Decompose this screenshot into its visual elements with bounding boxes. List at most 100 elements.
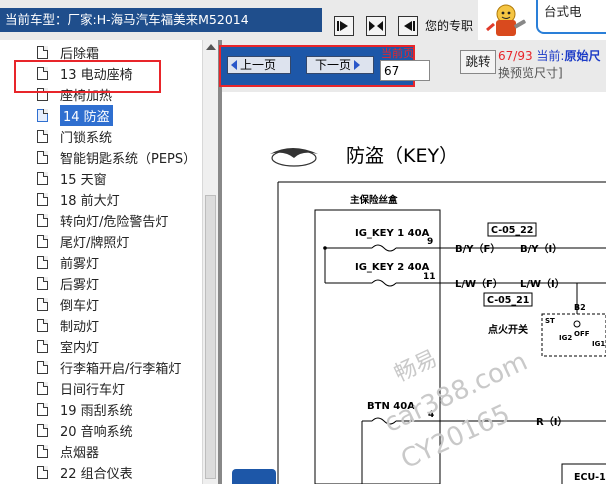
prev-page-button[interactable]: 上一页 <box>227 56 291 74</box>
document-icon <box>37 192 48 206</box>
sidebar-item[interactable]: 室内灯 <box>37 336 99 356</box>
scrollbar-thumb[interactable] <box>205 195 216 479</box>
prev-page-label: 上一页 <box>240 58 277 72</box>
arrow-left-icon <box>231 60 237 70</box>
sidebar-item[interactable]: 20 音响系统 <box>37 420 133 440</box>
document-icon <box>37 129 48 143</box>
fuse-2-pin: 11 <box>423 272 436 282</box>
sidebar-item[interactable]: 倒车灯 <box>37 294 99 314</box>
sidebar-scrollbar[interactable] <box>202 40 218 484</box>
sidebar-item[interactable]: 行李箱开启/行李箱灯 <box>37 357 181 377</box>
mechanic-icon <box>486 4 526 36</box>
sidebar-item[interactable]: 前雾灯 <box>37 252 99 272</box>
sidebar-item-label: 19 雨刮系统 <box>60 403 133 419</box>
next-page-button[interactable]: 下一页 <box>306 56 374 74</box>
fuse-1-wire-label: B/Y（F） <box>455 242 500 255</box>
document-page: 防盗（KEY） 主保险丝盒 IG_KEY 1 40A 9 B/Y（F） B/Y（… <box>222 92 606 484</box>
sidebar-item-label: 点烟器 <box>60 445 100 461</box>
sidebar-item[interactable]: 门锁系统 <box>37 126 112 146</box>
sidebar-item[interactable]: 智能钥匙系统（PEPS） <box>37 147 196 167</box>
sidebar-item[interactable]: 19 雨刮系统 <box>37 399 133 419</box>
sidebar-item-label: 转向灯/危险警告灯 <box>60 214 169 230</box>
sidebar-item[interactable]: 尾灯/牌照灯 <box>37 231 129 251</box>
sidebar-item[interactable]: 14 防盗 <box>37 104 113 126</box>
document-icon <box>37 318 48 332</box>
document-icon <box>37 381 48 395</box>
sidebar-item[interactable]: 后雾灯 <box>37 273 99 293</box>
document-icon <box>37 444 48 458</box>
sidebar-item-label: 20 音响系统 <box>60 424 133 440</box>
fuse-1-name: IG_KEY 1 40A <box>355 228 430 239</box>
scroll-up-icon[interactable] <box>206 44 216 50</box>
sidebar-item-label: 尾灯/牌照灯 <box>60 235 130 251</box>
current-page-label: 当前页 <box>381 47 414 60</box>
fuse-1-wire <box>325 244 440 252</box>
page-number-input[interactable] <box>380 60 430 81</box>
sidebar-item[interactable]: 22 组合仪表 <box>37 462 133 482</box>
switch-pin-ig2: IG2 <box>559 334 572 342</box>
first-page-icon <box>337 21 348 31</box>
sidebar-item-label: 18 前大灯 <box>60 193 120 209</box>
first-page-button[interactable] <box>334 16 354 36</box>
goto-button[interactable]: 跳转 <box>460 50 496 74</box>
fuse-box-label: 主保险丝盒 <box>350 194 398 206</box>
fuse-1-pin: 9 <box>427 237 433 247</box>
last-page-button[interactable] <box>398 16 418 36</box>
fuse-1-connector: C-05_22 <box>491 225 533 236</box>
document-icon <box>37 339 48 353</box>
sidebar-item-label: 室内灯 <box>60 340 100 356</box>
sidebar-item-label: 15 天窗 <box>60 172 107 188</box>
sidebar-item[interactable]: 制动灯 <box>37 315 99 335</box>
next-page-label: 下一页 <box>315 58 352 72</box>
sidebar-item-label: 后除霜 <box>60 46 100 62</box>
switch-label: 点火开关 <box>488 323 528 336</box>
document-icon <box>37 276 48 290</box>
document-icon <box>37 234 48 248</box>
diagram-frame <box>277 181 606 484</box>
document-icon <box>37 360 48 374</box>
fit-icon <box>369 21 383 31</box>
document-icon <box>37 108 48 122</box>
fuse-2-wire-out: L/W（I） <box>520 277 565 290</box>
fuse-1-wire-out: B/Y（I） <box>520 242 562 255</box>
ad-text-box: 台式电 <box>536 0 606 34</box>
vehicle-value: 厂家:H-海马汽车福美来M52014 <box>67 12 249 27</box>
ecu-label: ECU-1 <box>574 472 606 483</box>
document-icon <box>37 297 48 311</box>
current-prefix: 当前: <box>536 49 565 63</box>
switch-pin-st: ST <box>545 317 555 325</box>
document-icon <box>37 45 48 59</box>
fuse-3-pin: 4 <box>428 410 434 420</box>
sidebar-item-label: 智能钥匙系统（PEPS） <box>60 151 197 167</box>
sidebar-tree: 后除霜 13 电动座椅 座椅加热 14 防盗 门锁系统 智能钥匙系统（PEPS） 15 天窗… <box>0 40 218 484</box>
current-size-name: 原始尺 <box>564 49 601 63</box>
ad-text: 台式电 <box>544 4 582 19</box>
sidebar-item[interactable]: 转向灯/危险警告灯 <box>37 210 168 230</box>
sidebar-item[interactable]: 日间行车灯 <box>37 378 125 398</box>
top-bar: 当前车型：厂家:H-海马汽车福美来M52014 您的专职 台式电 <box>0 0 606 40</box>
fit-page-button[interactable] <box>366 16 386 36</box>
document-icon <box>37 213 48 227</box>
vehicle-label: 当前车型： <box>5 12 68 27</box>
haima-logo-icon <box>270 148 318 167</box>
doc-title: 防盗（KEY） <box>346 145 458 167</box>
arrow-right-icon <box>354 60 361 70</box>
document-icon <box>37 171 48 185</box>
help-text: 您的专职 <box>425 19 474 33</box>
sidebar-item-label: 前雾灯 <box>60 256 100 272</box>
sidebar-item[interactable]: 18 前大灯 <box>37 189 120 209</box>
page-bottom-tab[interactable] <box>232 469 276 484</box>
ad-banner[interactable]: 台式电 <box>478 0 606 40</box>
sidebar-item-label: 14 防盗 <box>60 104 113 126</box>
wiring-diagram: 防盗（KEY） 主保险丝盒 IG_KEY 1 40A 9 B/Y（F） B/Y（… <box>270 145 606 484</box>
switch-pin-ig1: IG1 <box>592 340 605 348</box>
page-count: 67/93 <box>498 49 533 63</box>
switch-pin-b2: B2 <box>574 303 586 312</box>
sidebar-item[interactable]: 后除霜 <box>37 42 99 62</box>
sidebar-item-label: 门锁系统 <box>60 130 113 146</box>
current-vehicle-bar: 当前车型：厂家:H-海马汽车福美来M52014 <box>0 8 322 32</box>
sidebar-item[interactable]: 15 天窗 <box>37 168 107 188</box>
sidebar-item-label: 22 组合仪表 <box>60 466 133 482</box>
sidebar-item[interactable]: 点烟器 <box>37 441 99 461</box>
last-page-icon <box>404 21 415 31</box>
